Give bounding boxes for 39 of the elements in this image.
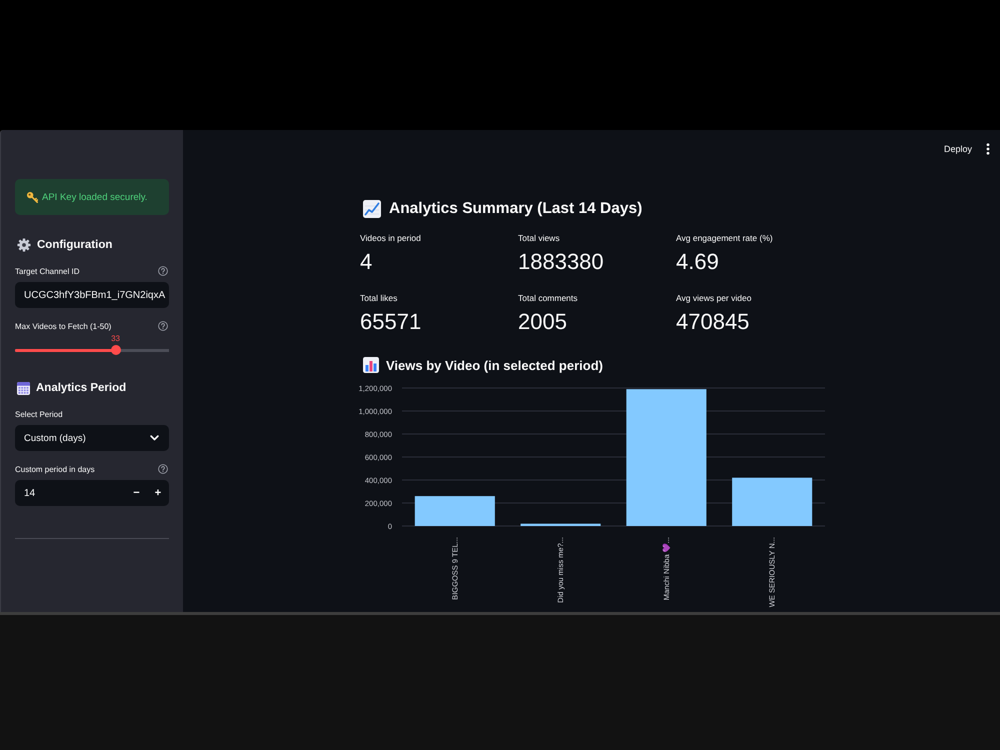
calendar-icon [17, 382, 30, 394]
increment-button[interactable]: + [147, 480, 169, 506]
text-input-field[interactable]: UCGC3hfY3bFBm1_i7GN2iqxA [15, 282, 169, 308]
slider-thumb[interactable] [110, 345, 121, 355]
gear-icon [17, 238, 31, 252]
line-chart-icon [363, 200, 381, 218]
metric-label: Total comments [518, 292, 579, 304]
chart-title: Views by Video (in selected period) [386, 358, 603, 372]
section-heading: Configuration [37, 239, 112, 251]
metric-value: 1883380 [518, 249, 605, 275]
metric-label: Total likes [360, 292, 398, 304]
menu-icon[interactable] [986, 143, 990, 155]
select-dropdown[interactable]: Custom (days) [15, 425, 169, 451]
metric-value: 4 [360, 249, 374, 275]
chevron-down-icon [150, 435, 159, 441]
metric-value: 65571 [360, 309, 422, 335]
slider-value: 33 [111, 333, 120, 344]
help-icon[interactable] [158, 266, 168, 276]
metric-value: 2005 [518, 309, 568, 335]
bar-chart-icon [363, 357, 379, 373]
field-label: Custom period in days [15, 464, 95, 474]
help-icon[interactable] [158, 464, 168, 474]
section-heading: Analytics Period [36, 382, 126, 394]
metric-value: 470845 [676, 309, 750, 335]
number-input-field[interactable]: 14 [15, 480, 126, 506]
decrement-button[interactable]: − [126, 480, 147, 506]
metric-label: Videos in period [360, 232, 422, 244]
metric-label: Avg engagement rate (%) [676, 232, 774, 244]
deploy-button[interactable]: Deploy [942, 141, 974, 157]
help-icon[interactable] [158, 321, 168, 331]
metric-label: Total views [518, 232, 561, 244]
metric-value: 4.69 [676, 249, 720, 275]
alert-text: API Key loaded securely. [42, 192, 148, 202]
metric-label: Avg views per video [676, 292, 752, 304]
key-icon [27, 192, 38, 202]
field-label: Select Period [15, 410, 63, 418]
field-label: Target Channel ID [15, 266, 80, 276]
section-title: Analytics Summary (Last 14 Days) [389, 200, 642, 218]
field-label: Max Videos to Fetch (1-50) [15, 322, 112, 330]
